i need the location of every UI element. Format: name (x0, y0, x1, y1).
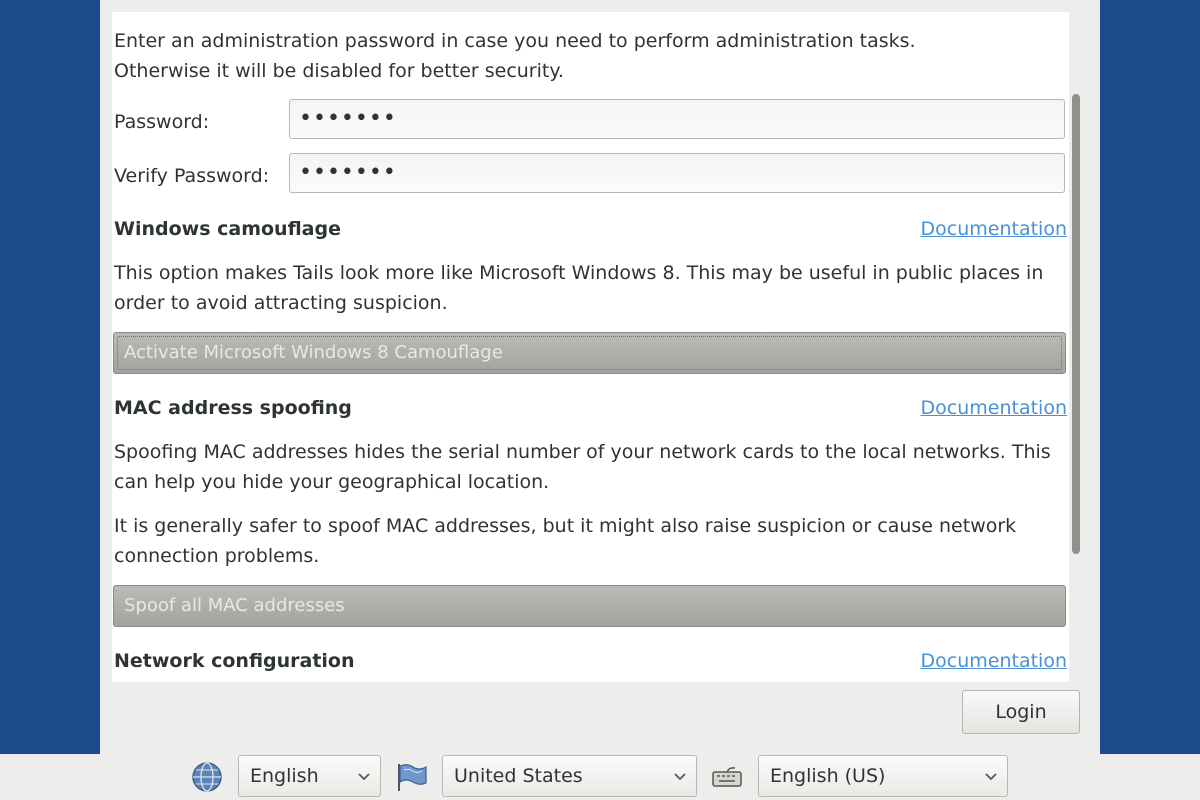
chevron-down-icon (674, 773, 686, 781)
options-scrollbar[interactable] (1069, 12, 1083, 682)
scrollbar-thumb[interactable] (1072, 94, 1080, 554)
chevron-down-icon (358, 773, 370, 781)
language-value: English (250, 765, 319, 787)
greeter-window: Enter an administration password in case… (100, 0, 1100, 754)
locale-bar: English United States English (US) (0, 754, 1200, 800)
options-panel: Enter an administration password in case… (112, 12, 1069, 682)
verify-password-label: Verify Password: (114, 165, 270, 187)
network-documentation-link[interactable]: Documentation (921, 646, 1067, 676)
password-field[interactable]: ••••••• (289, 99, 1065, 139)
camouflage-desc-line1: This option makes Tails look more like M… (114, 262, 1044, 284)
country-value: United States (454, 765, 583, 787)
mac-spoofing-heading: MAC address spoofing (114, 397, 352, 419)
admin-intro-line2: Otherwise it will be disabled for better… (114, 60, 564, 82)
language-select[interactable]: English (238, 755, 381, 797)
password-label: Password: (114, 111, 210, 133)
camouflage-toggle-button[interactable]: Activate Microsoft Windows 8 Camouflage (113, 332, 1066, 374)
camouflage-heading: Windows camouflage (114, 218, 341, 240)
mac-desc1-line1: Spoofing MAC addresses hides the serial … (114, 441, 1051, 463)
mac-desc2-line2: connection problems. (114, 545, 320, 567)
chevron-down-icon (985, 773, 997, 781)
network-config-heading: Network configuration (114, 650, 355, 672)
mac-desc1-line2: can help you hide your geographical loca… (114, 471, 550, 493)
spoof-mac-toggle-button[interactable]: Spoof all MAC addresses (113, 585, 1066, 627)
keyboard-layout-select[interactable]: English (US) (758, 755, 1008, 797)
mac-desc2-line1: It is generally safer to spoof MAC addre… (114, 515, 1017, 537)
camouflage-documentation-link[interactable]: Documentation (921, 214, 1067, 244)
verify-password-field[interactable]: ••••••• (289, 153, 1065, 193)
mac-documentation-link[interactable]: Documentation (921, 393, 1067, 423)
keyboard-layout-value: English (US) (770, 765, 886, 787)
flag-icon (398, 764, 427, 791)
login-button[interactable]: Login (962, 690, 1080, 734)
camouflage-desc-line2: order to avoid attracting suspicion. (114, 292, 448, 314)
admin-intro-line1: Enter an administration password in case… (114, 30, 916, 52)
keyboard-icon (712, 767, 742, 787)
country-select[interactable]: United States (442, 755, 697, 797)
globe-icon (192, 762, 222, 792)
